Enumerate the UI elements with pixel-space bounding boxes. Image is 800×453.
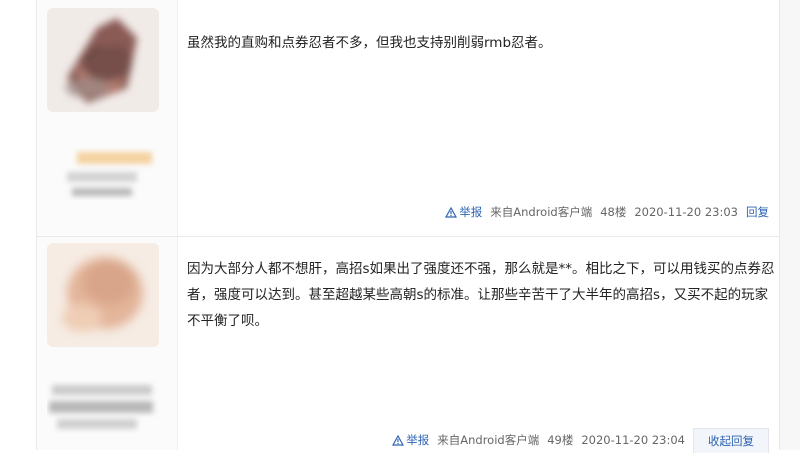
collapse-reply-button[interactable]: 收起回复 <box>693 427 769 453</box>
report-link[interactable]: 举报 <box>445 204 482 220</box>
post-time: 2020-11-20 23:04 <box>581 433 685 447</box>
avatar[interactable] <box>47 243 159 347</box>
username-blurred[interactable] <box>47 148 159 206</box>
floor-number: 49楼 <box>547 433 574 447</box>
post-source: 来自Android客户端 <box>437 433 540 447</box>
post-floor-49: 因为大部分人都不想肝，高招s如果出了强度还不强，那么就是**。相比之下，可以用钱… <box>36 237 780 453</box>
right-margin <box>778 0 800 450</box>
post-content: 因为大部分人都不想肝，高招s如果出了强度还不强，那么就是**。相比之下，可以用钱… <box>187 261 775 329</box>
post-tail: 举报 来自Android客户端 48楼 2020-11-20 23:03 回复 <box>437 201 769 223</box>
report-link[interactable]: 举报 <box>392 432 429 448</box>
left-margin <box>0 0 36 450</box>
post-content: 虽然我的直购和点券忍者不多，但我也支持别削弱rmb忍者。 <box>187 35 552 51</box>
username-blurred[interactable] <box>47 379 159 437</box>
warning-triangle-icon <box>392 434 405 446</box>
warning-triangle-icon <box>445 206 458 218</box>
post-source: 来自Android客户端 <box>490 205 593 219</box>
author-column <box>37 237 178 450</box>
report-label: 举报 <box>406 433 430 447</box>
post-floor-48: 虽然我的直购和点券忍者不多，但我也支持别削弱rmb忍者。 举报 来自Androi… <box>36 0 780 237</box>
avatar[interactable] <box>47 8 159 112</box>
reply-link[interactable]: 回复 <box>746 204 769 220</box>
floor-number: 48楼 <box>600 205 627 219</box>
post-tail: 举报 来自Android客户端 49楼 2020-11-20 23:04 收起回… <box>384 427 769 453</box>
report-label: 举报 <box>459 205 483 219</box>
post-time: 2020-11-20 23:03 <box>634 205 738 219</box>
author-column <box>37 0 178 236</box>
